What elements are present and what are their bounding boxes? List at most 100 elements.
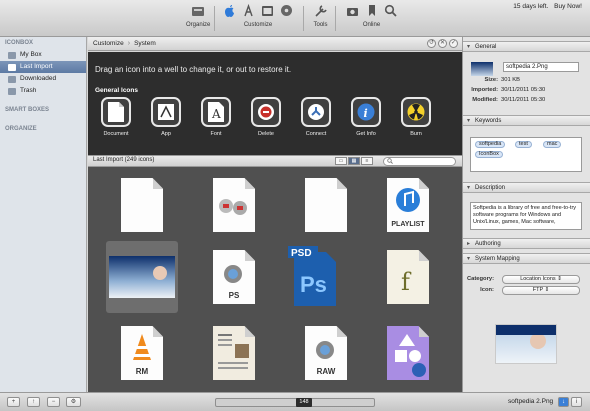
keyword-tag[interactable]: IconBox [475,151,503,158]
sidebar-header-organize: ORGANIZE [5,126,37,132]
well-font[interactable]: A Font [196,97,236,137]
toolbar-separator [214,6,215,31]
remove-button[interactable]: − [47,397,60,407]
document-icon [108,102,124,122]
grid-item[interactable] [198,317,270,389]
svg-text:PSD: PSD [291,248,312,259]
section-keywords[interactable]: ▾ Keywords [463,115,590,126]
grid-item[interactable]: PLAYLIST [372,169,444,241]
toolbar-group-online[interactable]: Online [345,3,398,28]
modified-label: Modified: [472,97,498,103]
apply-icon[interactable]: ✓ [449,39,458,48]
zoom-slider[interactable]: 148 [215,398,375,407]
size-value: 301 KB [501,77,521,83]
view-columns-icon[interactable]: ≡ [361,157,373,165]
add-button[interactable]: + [7,397,20,407]
shapes-document-icon [387,326,429,380]
toolbar-group-tools[interactable]: Tools [313,3,328,28]
search-input[interactable] [383,157,456,166]
section-general[interactable]: ▾ General [463,41,590,52]
cancel-icon[interactable]: ✕ [438,39,447,48]
breadcrumb-customize[interactable]: Customize [93,40,124,47]
sidebar-item-downloaded[interactable]: Downloaded [0,73,86,85]
blank-document-icon [121,178,163,232]
description-field[interactable]: Softpedia is a library of free and free-… [470,202,582,230]
general-preview-thumb [471,62,493,76]
gear-menu-button[interactable]: ⚙ [66,397,81,407]
view-list-icon[interactable]: ▭ [335,157,347,165]
general-icons-title: General Icons [95,87,138,94]
well-get-info[interactable]: i Get Info [346,97,386,137]
sidebar: ICONBOX My Box Last Import Downloaded Tr… [0,37,87,392]
grid-item[interactable] [106,169,178,241]
disk-icon[interactable] [279,3,294,18]
well-app[interactable]: App [146,97,186,137]
buy-now-link[interactable]: Buy Now! [554,3,582,10]
well-burn[interactable]: Burn [396,97,436,137]
section-description[interactable]: ▾ Description [463,182,590,193]
doc-label: RAW [316,367,336,376]
grid-item[interactable]: PS [198,241,270,313]
category-label: Category: [466,276,494,282]
customize-actions: ↺ ✕ ✓ [427,39,458,48]
list-header: Last Import (249 icons) ▭ ▦ ≡ [88,155,462,167]
icon-wells-area: Drag an icon into a well to change it, o… [88,52,462,155]
grid-item[interactable] [372,317,444,389]
grid-item[interactable]: PSD Ps [278,241,350,313]
raw-document-icon: RAW [305,326,347,380]
keyword-tag[interactable]: test [515,141,532,148]
toolbar-group-organize[interactable]: Organize [186,3,210,28]
toolbar-group-customize[interactable]: Customize [222,3,294,28]
sidebar-item-trash[interactable]: Trash [0,85,86,97]
category-value: Location Icons [520,276,556,282]
well-label: Document [103,131,129,137]
keyword-tag[interactable]: mac [543,141,562,148]
keywords-field[interactable]: softpedia test mac IconBox [470,137,582,172]
grid-item[interactable]: RAW [290,317,362,389]
well-label: Get Info [356,131,376,137]
toolbar-label-customize: Customize [243,22,273,28]
toolbar-separator [335,6,336,31]
well-label: App [161,131,171,137]
list-title: Last Import (249 icons) [93,157,155,163]
grid-item[interactable] [198,169,270,241]
well-delete[interactable]: Delete [246,97,286,137]
tools-icon[interactable] [313,3,328,18]
section-authoring[interactable]: ▸ Authoring [463,238,590,249]
zoom-slider-knob[interactable]: 148 [296,398,312,407]
organize-icon[interactable] [191,3,206,18]
icon-select[interactable]: FTP ⇕ [502,286,580,295]
search-icon [387,158,393,164]
keyword-tag[interactable]: softpedia [475,141,506,148]
network-document-icon [213,178,255,232]
grid-item[interactable]: RM [106,317,178,389]
sidebar-item-my-box[interactable]: My Box [0,49,86,61]
doc-label: PLAYLIST [391,221,425,228]
download-icon[interactable]: ↓ [558,397,569,407]
section-system-mapping[interactable]: ▾ System Mapping [463,253,590,264]
apple-icon[interactable] [222,3,237,18]
view-mode-switch: ▭ ▦ ≡ [335,157,373,165]
breadcrumb-system[interactable]: System [134,40,156,47]
restore-icon[interactable]: ↺ [427,39,436,48]
grid-item[interactable]: f [372,241,444,313]
app-store-icon[interactable] [241,3,256,18]
image-thumbnail [109,256,175,298]
well-connect[interactable]: Connect [296,97,336,137]
well-document[interactable]: Document [96,97,136,137]
disclosure-down-icon: ▾ [467,256,471,262]
info-icon[interactable]: i [571,397,582,407]
window-icon[interactable] [260,3,275,18]
view-grid-icon[interactable]: ▦ [348,157,360,165]
disclosure-down-icon: ▾ [467,185,471,191]
section-title: Authoring [475,241,501,247]
name-field[interactable]: softpedia 2.Png [503,62,579,72]
sidebar-item-last-import[interactable]: Last Import [0,61,86,73]
grid-item[interactable] [290,169,362,241]
grid-item-selected[interactable] [106,241,178,313]
import-button[interactable]: ↑ [27,397,40,407]
search-icon[interactable] [383,3,398,18]
camera-icon[interactable] [345,3,360,18]
category-select[interactable]: Location Icons ⇕ [502,275,580,284]
bookmark-icon[interactable] [364,3,379,18]
